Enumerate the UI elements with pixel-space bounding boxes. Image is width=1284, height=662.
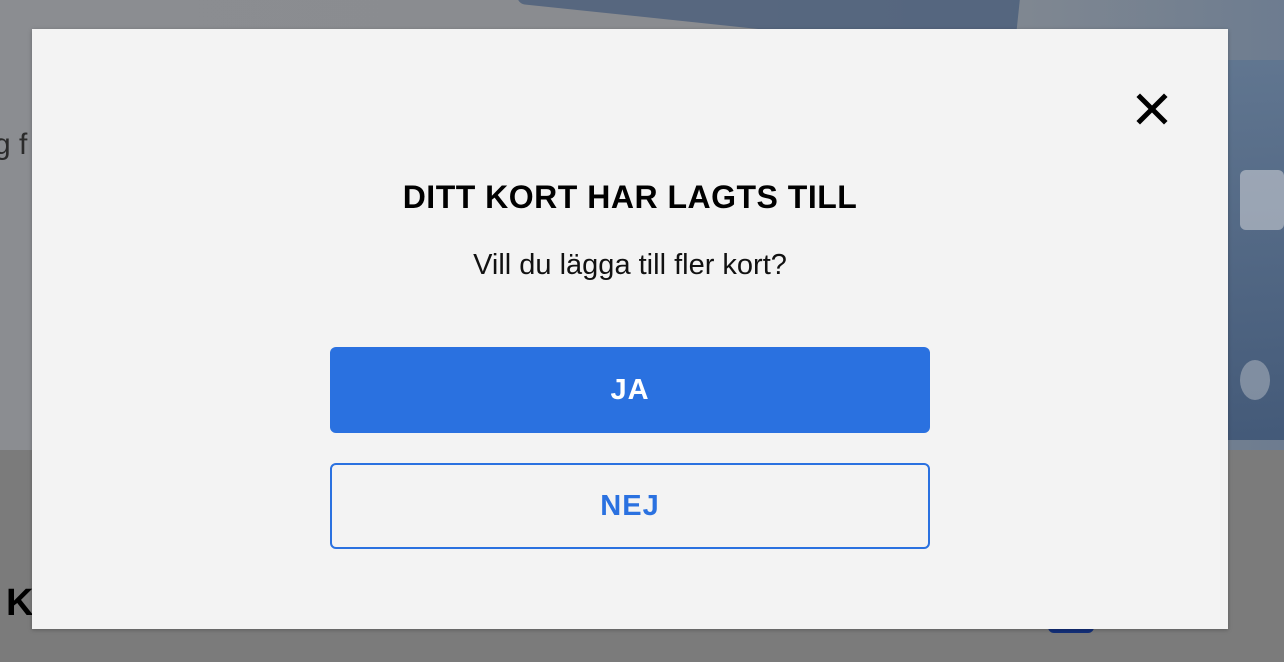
card-added-dialog: DITT KORT HAR LAGTS TILL Vill du lägga t…	[32, 29, 1228, 629]
yes-button[interactable]: JA	[330, 347, 930, 433]
page: g f Ko DITT KORT HAR LAGTS TILL Vill du …	[0, 0, 1284, 662]
close-button[interactable]	[1132, 89, 1172, 129]
dialog-title: DITT KORT HAR LAGTS TILL	[402, 179, 858, 215]
background-card-detail	[1240, 170, 1284, 230]
close-icon	[1132, 89, 1172, 129]
dialog-message: Vill du lägga till fler kort?	[473, 249, 787, 281]
background-text: g f	[0, 128, 28, 161]
no-button[interactable]: NEJ	[330, 463, 930, 549]
background-card-detail	[1240, 360, 1270, 400]
